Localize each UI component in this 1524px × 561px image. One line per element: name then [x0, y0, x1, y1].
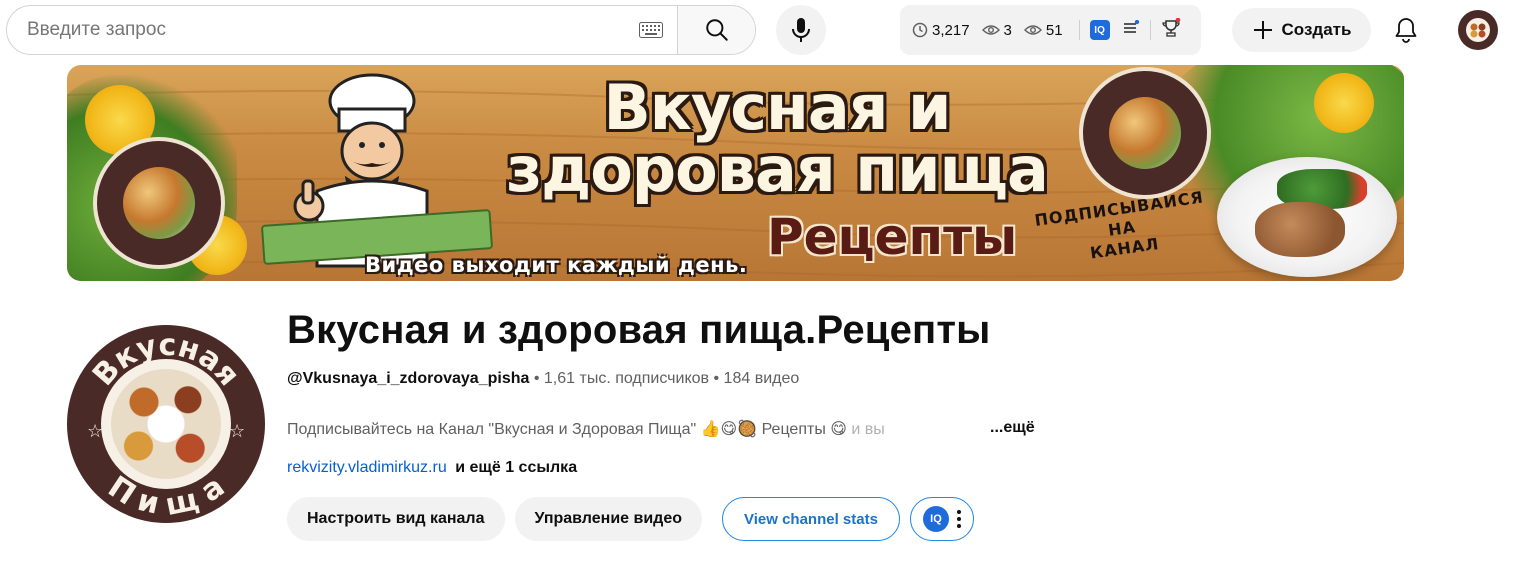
views-value-b: 51: [1045, 21, 1063, 39]
divider: [1149, 20, 1151, 40]
create-label: Создать: [1281, 20, 1352, 39]
eye-icon: [1023, 25, 1042, 35]
food-plate: [1217, 157, 1397, 277]
vidiq-menu-button[interactable]: IQ: [909, 497, 974, 541]
search-input[interactable]: [7, 6, 637, 54]
avatar-bottom-text: Пища: [102, 469, 232, 523]
more-vert-icon: [956, 510, 961, 528]
menu-icon: [1123, 19, 1139, 33]
mic-icon: [792, 18, 810, 42]
svg-text:Пища: Пища: [102, 469, 232, 523]
channel-description[interactable]: Подписывайтесь на Канал "Вкусная и Здоро…: [287, 419, 885, 439]
star-icon: ☆: [87, 421, 103, 442]
banner-logo-right: [1079, 67, 1211, 199]
channel-link[interactable]: rekvizity.vladimirkuz.ru: [287, 459, 447, 476]
description-more-link[interactable]: ...ещё: [990, 419, 1035, 437]
trophy-button[interactable]: [1161, 17, 1181, 42]
channel-meta: @Vkusnaya_i_zdorovaya_pisha • 1,61 тыс. …: [287, 370, 799, 388]
menu-button[interactable]: [1122, 19, 1140, 40]
banner-subtitle: Рецепты: [767, 208, 1018, 266]
banner-tagline: Видео выходит каждый день.: [365, 253, 748, 277]
banner-title: Вкусная и здоровая пища: [467, 77, 1087, 201]
channel-handle[interactable]: @Vkusnaya_i_zdorovaya_pisha: [287, 370, 529, 387]
search-box: [6, 5, 756, 55]
description-text: Подписывайтесь на Канал "Вкусная и Здоро…: [287, 421, 847, 438]
views-stat-a[interactable]: 3: [981, 21, 1012, 39]
channel-actions: Настроить вид канала Управление видео Vi…: [287, 497, 974, 541]
meta-separator: •: [713, 370, 720, 387]
view-channel-stats-button[interactable]: View channel stats: [722, 497, 900, 541]
account-avatar[interactable]: [1458, 10, 1498, 50]
views-value-a: 3: [1003, 21, 1012, 39]
trophy-icon: [1161, 17, 1180, 37]
description-faded: и вы: [846, 421, 885, 438]
avatar-arc-text: Вкусная Пища ☆ ☆: [86, 328, 246, 523]
vidiq-icon: IQ: [922, 506, 949, 532]
banner-logo-left: [93, 137, 225, 269]
extension-stats-bar: 3,217 3 51 IQ: [900, 5, 1201, 55]
clock-icon: [912, 22, 928, 38]
watch-time-stat[interactable]: 3,217: [912, 22, 970, 39]
avatar-logo-icon: [1459, 11, 1497, 49]
video-count: 184 видео: [723, 370, 800, 387]
bell-icon: [1395, 18, 1417, 43]
manage-videos-button[interactable]: Управление видео: [514, 497, 702, 541]
subscriber-count: 1,61 тыс. подписчиков: [543, 370, 710, 387]
channel-links: rekvizity.vladimirkuz.ru и ещё 1 ссылка: [287, 459, 577, 477]
meta-separator: •: [533, 370, 540, 387]
channel-avatar[interactable]: Вкусная Пища ☆ ☆: [67, 325, 265, 523]
search-icon: [705, 19, 728, 41]
channel-name: Вкусная и здоровая пища.Рецепты: [287, 308, 991, 352]
voice-search-button[interactable]: [776, 5, 826, 55]
flower-decoration: [1314, 73, 1374, 133]
banner-title-line2: здоровая пища: [506, 133, 1049, 206]
notifications-button[interactable]: [1386, 10, 1426, 50]
customize-channel-button[interactable]: Настроить вид канала: [287, 497, 505, 541]
search-button[interactable]: [677, 6, 755, 54]
avatar-top-text: Вкусная: [86, 328, 246, 393]
vidiq-icon[interactable]: IQ: [1089, 20, 1110, 40]
watch-time-value: 3,217: [932, 21, 970, 39]
divider: [1078, 20, 1080, 40]
eye-icon: [981, 25, 1000, 35]
star-icon: ☆: [229, 421, 245, 442]
banner-title-line1: Вкусная и: [603, 71, 951, 144]
more-links-button[interactable]: и ещё 1 ссылка: [455, 459, 577, 476]
channel-banner: Вкусная и здоровая пища Рецепты Видео вы…: [67, 65, 1404, 281]
svg-text:Вкусная: Вкусная: [86, 328, 246, 393]
views-stat-b[interactable]: 51: [1023, 21, 1063, 39]
keyboard-icon[interactable]: [637, 6, 665, 54]
plus-icon: [1253, 21, 1272, 39]
create-button[interactable]: Создать: [1232, 8, 1371, 52]
